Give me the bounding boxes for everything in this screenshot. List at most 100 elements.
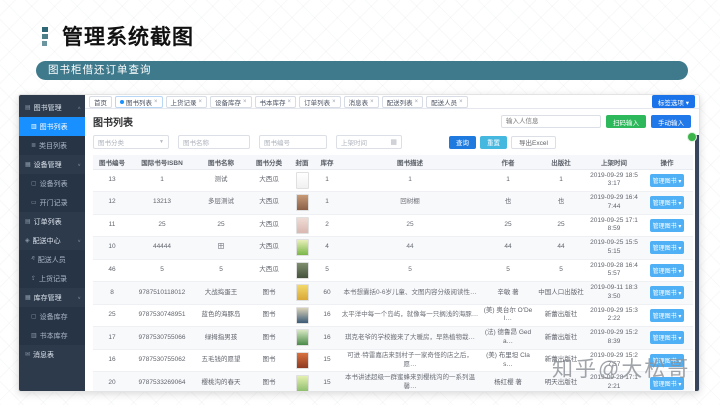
table-row: 8 9787510118012 大战捣蛋王 图书 60 本书想囊括0-6岁儿童、文图内容分… — [93, 281, 693, 305]
export-excel-button[interactable]: 导出Excel — [511, 135, 556, 149]
sidebar-item-label: 库存管理 — [33, 294, 62, 302]
sidebar-item-books-group[interactable]: ▤ 图书管理 ∧ — [19, 98, 85, 117]
book-id: 25 — [93, 304, 131, 328]
cover-cell — [289, 371, 315, 391]
tab-label: 配送列表 — [386, 99, 413, 107]
manage-book-button[interactable]: 管理图书 ▾ — [649, 331, 685, 345]
book-category: 图书 — [249, 371, 289, 391]
manage-book-button[interactable]: 管理图书 ▾ — [649, 173, 685, 187]
sidebar-item-device-group[interactable]: ▦ 设备管理 ∨ — [19, 155, 85, 174]
book-desc: 44 — [339, 236, 481, 260]
sidebar-item-delivery-staff[interactable]: ዳ 配送人员 — [19, 250, 85, 269]
book-name: 大战捣蛋王 — [193, 281, 249, 305]
book-cover-thumbnail — [295, 239, 309, 257]
manual-input-button[interactable]: 手动输入 — [651, 115, 691, 128]
book-name-input[interactable]: 图书名称 — [178, 135, 250, 149]
tab-device-stock[interactable]: 设备库存 × — [210, 95, 252, 108]
book-isbn: 9787510118012 — [131, 281, 193, 305]
scan-input-button[interactable]: 扫码输入 — [606, 115, 646, 128]
close-icon[interactable]: × — [370, 99, 374, 105]
close-icon[interactable]: × — [154, 99, 158, 105]
book-stock: 15 — [315, 349, 339, 373]
sidebar-item-book-list[interactable]: ▥ 图书列表 — [19, 117, 85, 136]
table-row: 11 25 25 大西瓜 2 25 25 25 2019-09-25 17:18:59 管理图书 … — [93, 214, 693, 238]
manage-book-button[interactable]: 管理图书 ▾ — [649, 241, 685, 255]
cover-cell — [289, 326, 315, 350]
sidebar-item-book-stock[interactable]: ▥ 书本库存 — [19, 326, 85, 345]
chevron-icon: ∨ — [77, 162, 81, 167]
tab-restock-log[interactable]: 上货记录 × — [165, 95, 208, 108]
sidebar-item-stock-group[interactable]: ▦ 库存管理 ∨ — [19, 288, 85, 307]
vertical-scrollbar[interactable] — [695, 135, 699, 391]
sidebar-item-device-list[interactable]: ▢ 设备列表 — [19, 174, 85, 193]
sidebar-item-device-stock[interactable]: ▢ 设备库存 — [19, 307, 85, 326]
manage-book-button[interactable]: 管理图书 ▾ — [649, 218, 685, 232]
book-id: 12 — [93, 191, 131, 215]
slide-title: 管理系统截图 — [62, 26, 194, 49]
tab-home[interactable]: 首页 — [89, 95, 112, 108]
book-author: 5 — [481, 259, 535, 283]
book-isbn: 9787533269064 — [131, 371, 193, 391]
action-cell: 管理图书 ▾ — [641, 326, 693, 350]
cover-cell — [289, 214, 315, 238]
table-row: 46 5 5 大西瓜 5 5 5 5 2019-09-28 16:45:57 管理图书 ▾ — [93, 259, 693, 283]
close-icon[interactable]: × — [415, 99, 419, 105]
search-button[interactable]: 查询 — [449, 135, 476, 149]
book-cover-thumbnail — [295, 306, 309, 324]
book-id: 20 — [93, 371, 131, 391]
book-id: 10 — [93, 236, 131, 260]
manage-book-button[interactable]: 管理图书 ▾ — [649, 196, 685, 210]
person-input[interactable] — [501, 115, 601, 128]
reset-button[interactable]: 重置 — [480, 135, 507, 149]
sidebar-item-order-list[interactable]: ▤ 订单列表 — [19, 212, 85, 231]
book-category: 大西瓜 — [249, 191, 289, 215]
category-select[interactable]: 图书分类 ▼ — [93, 135, 169, 149]
book-author: 也 — [481, 191, 535, 215]
tab-label: 订单列表 — [304, 99, 331, 107]
book-cover-thumbnail — [295, 329, 309, 347]
close-icon[interactable]: × — [459, 99, 463, 105]
manage-book-button[interactable]: 管理图书 ▾ — [649, 263, 685, 277]
close-icon[interactable]: × — [243, 99, 247, 105]
shelf-time: 2019-09-29 15:32:22 — [587, 304, 641, 328]
admin-app-window: ▤ 图书管理 ∧ ▥ 图书列表 ≣ 类目列表 ▦ 设备管理 ∨ ▢ 设备列表 ▭ 开门记录 ▤ 订单列表 ◈ 配送… — [18, 94, 700, 392]
book-desc: 1 — [339, 169, 481, 193]
book-cover-thumbnail — [295, 352, 309, 370]
sidebar-item-message-list[interactable]: ✉ 消息表 — [19, 345, 85, 364]
book-category: 图书 — [249, 281, 289, 305]
tab-label: 书本库存 — [259, 99, 286, 107]
device-stock-icon: ▢ — [31, 314, 37, 320]
manage-book-button[interactable]: 管理图书 ▾ — [649, 286, 685, 300]
book-name: 田 — [193, 236, 249, 260]
sidebar-item-label: 配送人员 — [37, 256, 66, 264]
close-icon[interactable]: × — [332, 99, 336, 105]
sidebar-item-category-list[interactable]: ≣ 类目列表 — [19, 136, 85, 155]
book-stock: 5 — [315, 259, 339, 283]
close-icon[interactable]: × — [199, 99, 203, 105]
tab-delivery-list[interactable]: 配送列表 × — [381, 95, 424, 108]
calendar-icon: ▭ — [31, 200, 37, 206]
book-author: (美) 奥台尔 O'Del… — [481, 304, 535, 328]
action-cell: 管理图书 ▾ — [641, 236, 693, 260]
section-banner: 图书柜借还订单查询 — [36, 61, 688, 80]
tab-delivery-staff[interactable]: 配送人员 × — [426, 95, 468, 108]
book-category: 大西瓜 — [249, 214, 289, 238]
book-code-input[interactable]: 图书编号 — [259, 135, 327, 149]
close-icon[interactable]: × — [288, 99, 292, 105]
title-bullet-icon — [42, 26, 48, 46]
table-row: 17 9787530755066 绿拇指男孩 图书 16 琪克老爷的学校搬来了大暖房，早熟… — [93, 326, 693, 350]
upload-icon: ⇪ — [31, 276, 37, 282]
tab-book-stock[interactable]: 书本库存 × — [254, 95, 297, 108]
book-desc: 25 — [339, 214, 481, 238]
column-header: 库存 — [315, 155, 339, 170]
tab-message-list[interactable]: 消息表 × — [343, 95, 379, 108]
manage-book-button[interactable]: 管理图书 ▾ — [649, 308, 685, 322]
sidebar-item-restock-log[interactable]: ⇪ 上货记录 — [19, 269, 85, 288]
book-publisher: 中国人口出版社 — [535, 281, 587, 305]
sidebar-item-delivery-group[interactable]: ◈ 配送中心 ∨ — [19, 231, 85, 250]
tab-order-list[interactable]: 订单列表 × — [299, 95, 341, 108]
shelf-date-picker[interactable]: 上架时间 ▦ — [336, 135, 402, 149]
sidebar-item-door-log[interactable]: ▭ 开门记录 — [19, 193, 85, 212]
tab-options-button[interactable]: 标签选项 ▾ — [651, 95, 695, 108]
tab-book-list[interactable]: 图书列表 × — [115, 95, 163, 108]
